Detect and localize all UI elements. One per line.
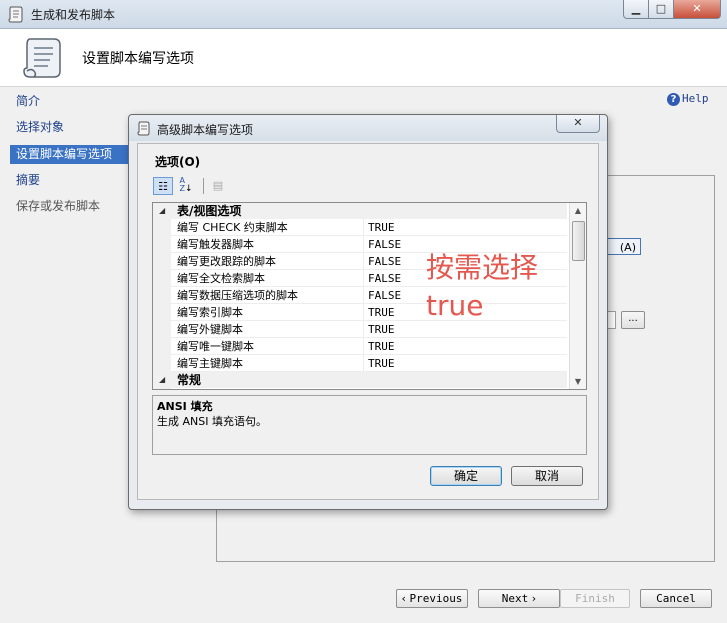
toolbar-separator (203, 178, 204, 194)
chevron-right-icon: › (528, 592, 537, 605)
description-panel: ANSI 填充 生成 ANSI 填充语句。 (152, 395, 587, 455)
previous-button[interactable]: ‹ Previous (396, 589, 468, 608)
collapse-triangle-icon[interactable]: ◢ (159, 203, 165, 219)
property-value[interactable]: FALSE (363, 270, 401, 286)
property-row[interactable]: 编写 CHECK 约束脚本 TRUE (171, 219, 567, 236)
property-row[interactable]: 编写主键脚本 TRUE (171, 355, 567, 372)
property-name: 编写外键脚本 (177, 323, 243, 336)
property-value[interactable]: TRUE (363, 219, 395, 235)
cancel-button[interactable]: Cancel (640, 589, 712, 608)
script-scroll-icon (23, 38, 61, 78)
nav-item-intro[interactable]: 简介 (0, 92, 200, 111)
category-row-general[interactable]: ◢ 常规 (153, 372, 567, 388)
category-row-table-view[interactable]: ◢ 表/视图选项 (153, 203, 567, 219)
handwritten-annotation: 按需选择true (426, 251, 539, 322)
dialog-cancel-button[interactable]: 取消 (511, 466, 583, 486)
property-value[interactable]: TRUE (363, 355, 395, 371)
page-title: 设置脚本编写选项 (82, 51, 194, 67)
property-name: 编写 CHECK 约束脚本 (177, 221, 288, 234)
description-text: 生成 ANSI 填充语句。 (157, 415, 267, 428)
property-name: 编写索引脚本 (177, 306, 243, 319)
property-pages-icon: ▤ (212, 179, 224, 192)
property-row[interactable]: 编写唯一键脚本 TRUE (171, 338, 567, 355)
category-label: 表/视图选项 (177, 204, 242, 218)
dialog-body: 选项(O) ☷ A Z↓ ▤ ◢ 表/视图选项 编写 CHECK 约束脚本 TRUE… (137, 143, 599, 500)
property-value[interactable]: TRUE (363, 304, 395, 320)
previous-label: Previous (409, 592, 463, 605)
property-name: 编写唯一键脚本 (177, 340, 254, 353)
collapse-triangle-icon[interactable]: ◢ (159, 372, 165, 388)
property-value[interactable]: TRUE (363, 321, 395, 337)
grid-gutter (153, 203, 171, 389)
next-label: Next (501, 592, 529, 605)
property-value[interactable]: FALSE (363, 253, 401, 269)
categorized-view-icon[interactable]: ☷ (153, 177, 173, 195)
next-button[interactable]: Next › (478, 589, 560, 608)
scroll-down-arrow-icon[interactable]: ▼ (570, 374, 586, 389)
property-name: 编写更改跟踪的脚本 (177, 255, 276, 268)
nav-item-scripting-options[interactable]: 设置脚本编写选项 (10, 145, 128, 164)
help-label: Help (682, 92, 709, 105)
sort-alphabetical-icon[interactable]: A Z↓ (176, 177, 196, 195)
script-scroll-icon (137, 121, 150, 136)
finish-label: Finish (575, 592, 615, 605)
dialog-close-button[interactable]: ✕ (556, 115, 600, 133)
dialog-title: 高级脚本编写选项 (157, 123, 254, 137)
close-button[interactable]: ✕ (673, 0, 721, 19)
window-title: 生成和发布脚本 (31, 8, 116, 22)
scroll-up-arrow-icon[interactable]: ▲ (570, 203, 586, 218)
property-value[interactable]: FALSE (363, 236, 401, 252)
property-name: 编写主键脚本 (177, 357, 243, 370)
property-name: 编写触发器脚本 (177, 238, 254, 251)
options-label: 选项(O) (155, 155, 201, 169)
script-scroll-icon (8, 6, 23, 23)
advanced-options-dialog: 高级脚本编写选项 ✕ 选项(O) ☷ A Z↓ ▤ ◢ 表/视图选项 编写 CHE… (128, 114, 608, 510)
property-value[interactable]: FALSE (363, 287, 401, 303)
maximize-button[interactable]: □ (648, 0, 674, 19)
description-title: ANSI 填充 (157, 400, 213, 413)
help-icon: ? (667, 92, 680, 106)
property-name: 编写数据压缩选项的脚本 (177, 289, 298, 302)
property-name: 编写全文检索脚本 (177, 272, 265, 285)
minimize-button[interactable]: ▁ (623, 0, 649, 19)
property-value[interactable]: TRUE (363, 338, 395, 354)
finish-button: Finish (560, 589, 630, 608)
help-link[interactable]: ? Help (667, 92, 709, 106)
cancel-label: Cancel (656, 592, 696, 605)
browse-button[interactable]: ... (621, 311, 645, 329)
scrollbar-thumb[interactable] (572, 221, 585, 261)
vertical-scrollbar[interactable]: ▲ ▼ (569, 203, 586, 389)
ok-button[interactable]: 确定 (430, 466, 502, 486)
category-label: 常规 (177, 373, 202, 387)
